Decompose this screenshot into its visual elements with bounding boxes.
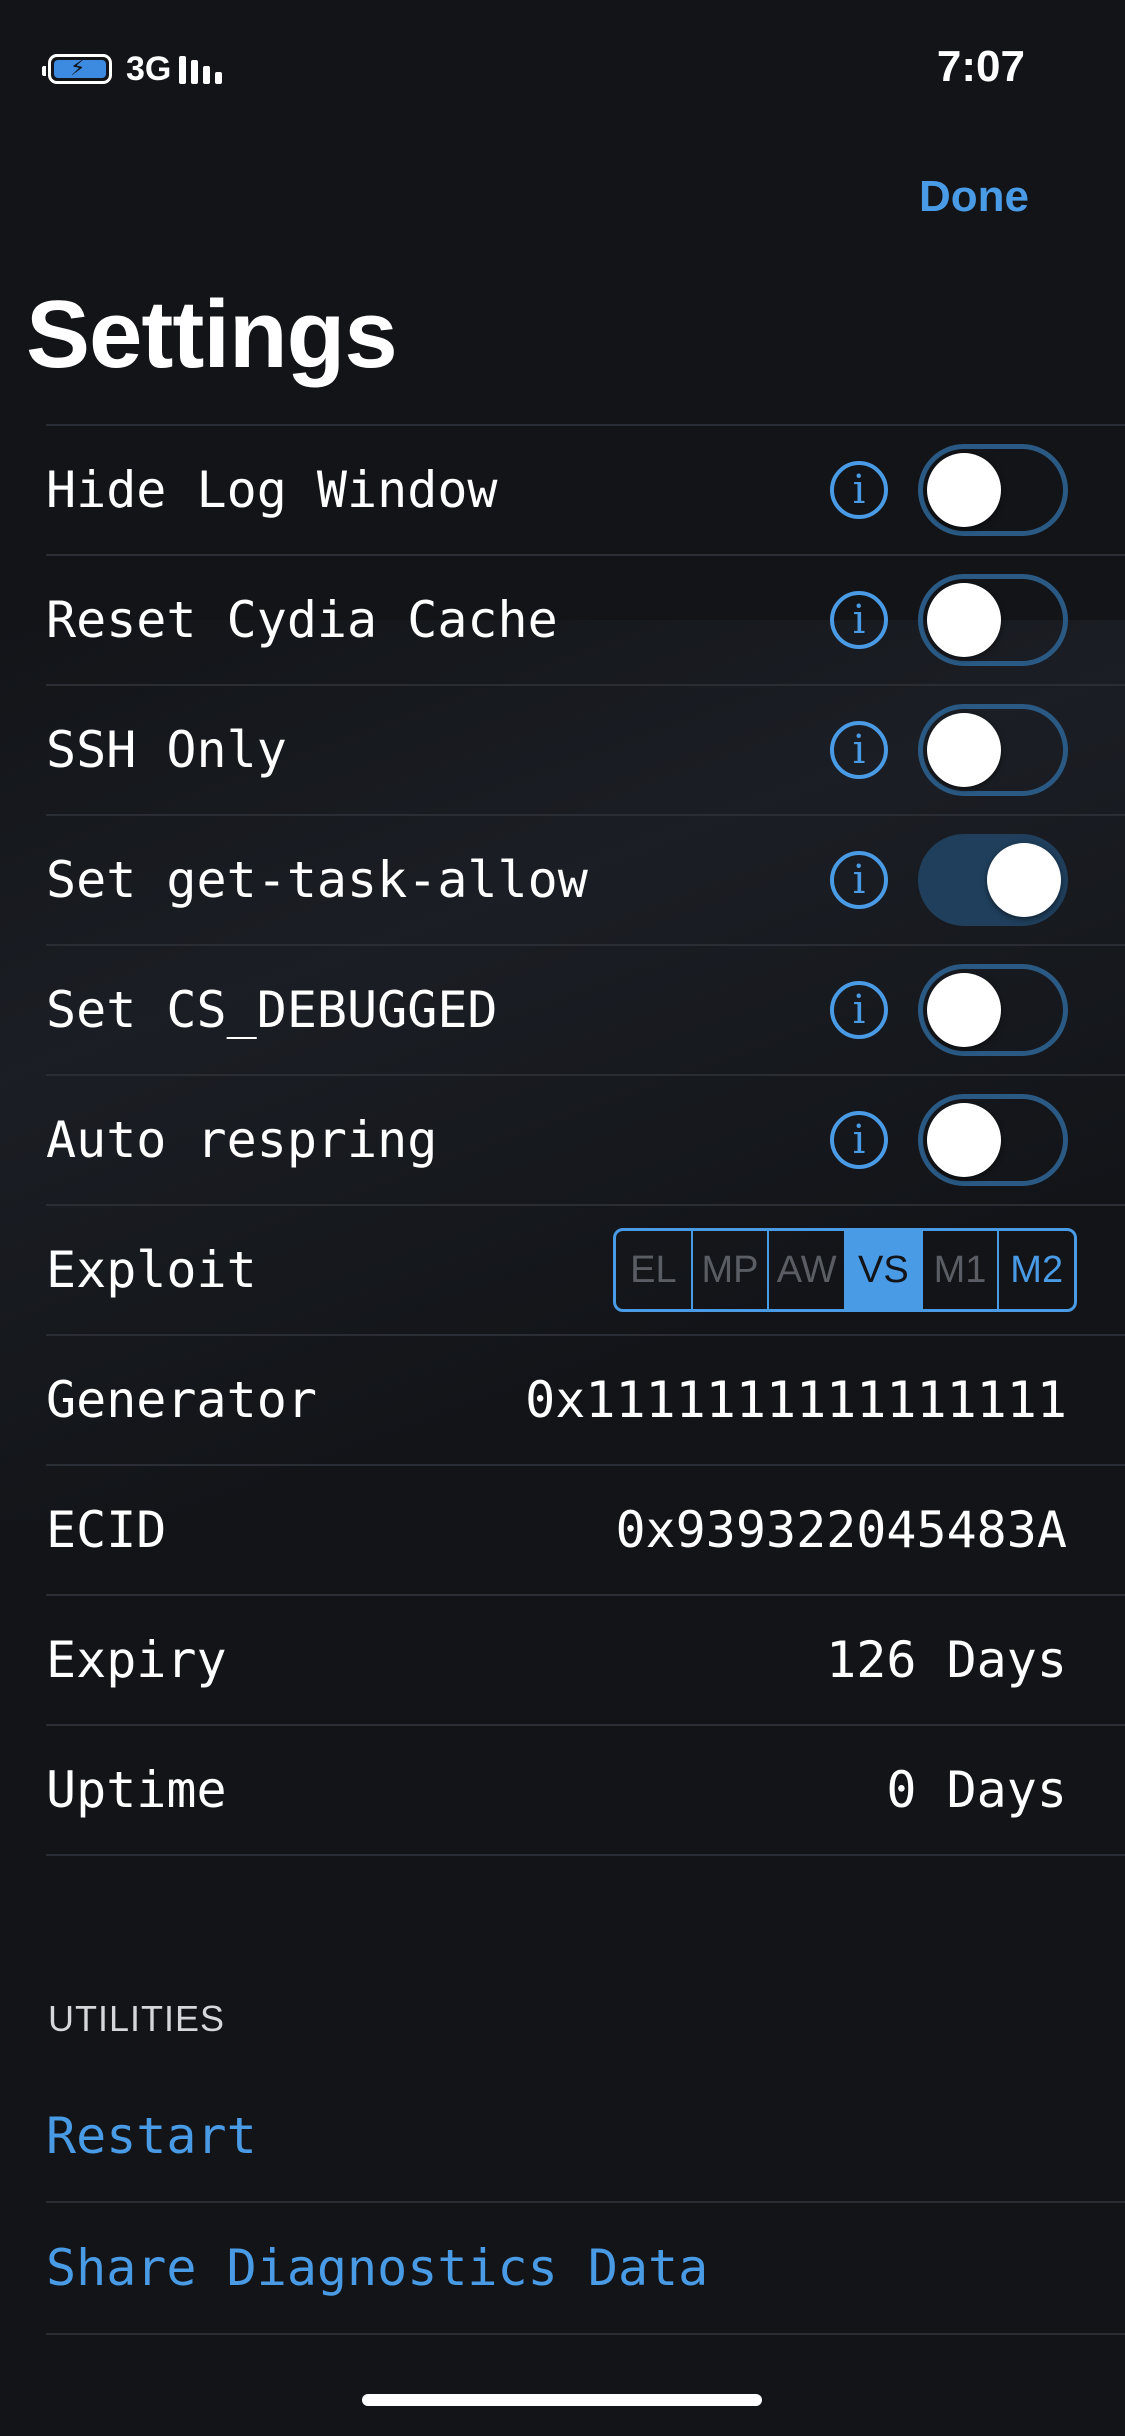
expiry-value: 126 Days [826,1631,1067,1689]
restart-button[interactable]: Restart [46,2107,257,2165]
setting-row-ssh-only: SSH Only i [46,686,1125,816]
info-row-ecid: ECID 0x939322045483A [46,1466,1125,1596]
ssh-only-toggle[interactable] [918,704,1068,796]
exploit-option-aw[interactable]: AW [769,1231,847,1309]
toggle-knob [927,583,1001,657]
setting-label: Set get-task-allow [46,851,588,909]
signal-bars-icon [179,54,227,84]
exploit-option-el[interactable]: EL [616,1231,693,1309]
setting-label: Exploit [46,1241,257,1299]
exploit-option-vs[interactable]: VS [846,1231,923,1309]
info-icon[interactable]: i [830,851,888,909]
setting-row-exploit: Exploit EL MP AW VS M1 M2 [46,1206,1125,1336]
setting-label: Hide Log Window [46,461,498,519]
utilities-list: Restart Share Diagnostics Data [46,2071,1125,2335]
status-bar-left: ⚡ 3G [42,46,227,92]
info-icon[interactable]: i [830,591,888,649]
done-button[interactable]: Done [919,172,1029,222]
utility-row-share-diagnostics: Share Diagnostics Data [46,2203,1125,2335]
set-cs-debugged-toggle[interactable] [918,964,1068,1056]
toggle-knob [987,843,1061,917]
ecid-value: 0x939322045483A [615,1501,1067,1559]
setting-row-hide-log-window: Hide Log Window i [46,426,1125,556]
home-indicator [362,2394,762,2406]
toggle-knob [927,713,1001,787]
toggle-knob [927,973,1001,1047]
status-time: 7:07 [936,42,1025,91]
setting-label: Auto respring [46,1111,438,1169]
info-label: ECID [46,1501,167,1559]
info-row-expiry: Expiry 126 Days [46,1596,1125,1726]
hide-log-window-toggle[interactable] [918,444,1068,536]
info-row-uptime: Uptime 0 Days [46,1726,1125,1856]
info-label: Uptime [46,1761,227,1819]
toggle-knob [927,1103,1001,1177]
utility-row-restart: Restart [46,2071,1125,2203]
battery-charging-icon: ⚡ [42,54,112,84]
exploit-option-m1[interactable]: M1 [923,1231,1000,1309]
toggle-knob [927,453,1001,527]
network-type: 3G [126,49,172,88]
info-icon[interactable]: i [830,461,888,519]
info-label: Generator [46,1371,317,1429]
section-header-utilities: UTILITIES [48,1998,226,2039]
setting-label: SSH Only [46,721,287,779]
exploit-option-m2[interactable]: M2 [999,1231,1074,1309]
auto-respring-toggle[interactable] [918,1094,1068,1186]
reset-cydia-cache-toggle[interactable] [918,574,1068,666]
setting-row-set-get-task-allow: Set get-task-allow i [46,816,1125,946]
info-label: Expiry [46,1631,227,1689]
share-diagnostics-button[interactable]: Share Diagnostics Data [46,2239,708,2297]
generator-value: 0x1111111111111111 [525,1371,1067,1429]
exploit-segmented-control: EL MP AW VS M1 M2 [613,1228,1077,1312]
uptime-value: 0 Days [886,1761,1067,1819]
setting-label: Reset Cydia Cache [46,591,558,649]
exploit-option-mp[interactable]: MP [693,1231,770,1309]
page-title: Settings [26,281,398,388]
setting-label: Set CS_DEBUGGED [46,981,498,1039]
info-icon[interactable]: i [830,981,888,1039]
set-get-task-allow-toggle[interactable] [918,834,1068,926]
setting-row-auto-respring: Auto respring i [46,1076,1125,1206]
setting-row-reset-cydia-cache: Reset Cydia Cache i [46,556,1125,686]
setting-row-set-cs-debugged: Set CS_DEBUGGED i [46,946,1125,1076]
info-icon[interactable]: i [830,1111,888,1169]
info-row-generator: Generator 0x1111111111111111 [46,1336,1125,1466]
info-icon[interactable]: i [830,721,888,779]
settings-list: Hide Log Window i Reset Cydia Cache i SS… [46,424,1125,1856]
